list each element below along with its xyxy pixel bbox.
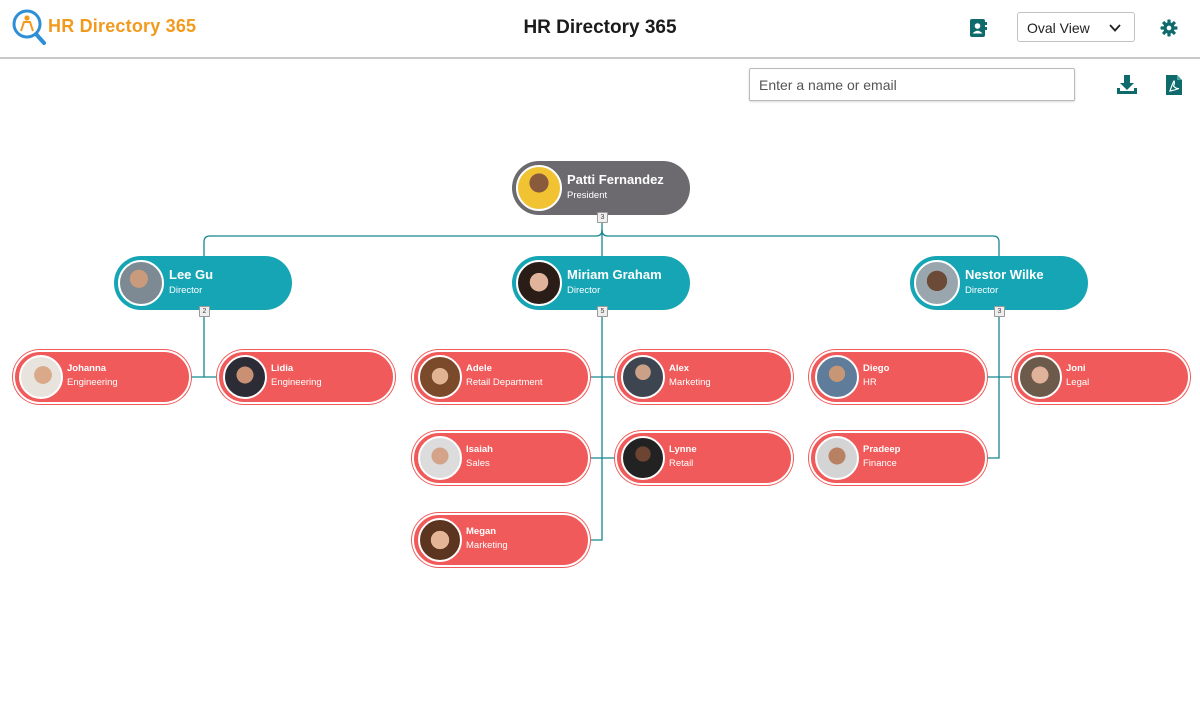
node-title: Director (169, 285, 203, 296)
avatar (815, 355, 859, 399)
node-name: Adele (466, 363, 492, 374)
avatar (418, 436, 462, 480)
node-title: Marketing (669, 377, 711, 388)
node-name: Pradeep (863, 444, 901, 455)
node-title: Retail (669, 458, 694, 469)
org-node-director[interactable]: Lee Gu Director (114, 256, 292, 310)
node-title: Retail Department (466, 377, 543, 388)
node-title: Director (965, 285, 999, 296)
reports-count-badge[interactable]: 3 (597, 212, 608, 223)
reports-count-badge[interactable]: 2 (199, 306, 210, 317)
org-node-director[interactable]: Nestor Wilke Director (910, 256, 1088, 310)
avatar (223, 355, 267, 399)
avatar (516, 165, 562, 211)
node-name: Lee Gu (169, 267, 214, 282)
node-name: Alex (669, 363, 690, 374)
org-node-staff[interactable]: Isaiah Sales (412, 431, 590, 485)
node-name: Miriam Graham (567, 267, 662, 282)
reports-count-badge[interactable]: 5 (597, 306, 608, 317)
node-title: Legal (1066, 377, 1090, 388)
org-node-staff[interactable]: Adele Retail Department (412, 350, 590, 404)
avatar (516, 260, 562, 306)
org-node-staff[interactable]: Pradeep Finance (809, 431, 987, 485)
node-name: Johanna (67, 363, 107, 374)
avatar (621, 355, 665, 399)
node-title: Sales (466, 458, 490, 469)
avatar (621, 436, 665, 480)
node-name: Isaiah (466, 444, 493, 455)
avatar (118, 260, 164, 306)
node-name: Megan (466, 526, 497, 537)
node-title: President (567, 190, 608, 201)
avatar (914, 260, 960, 306)
org-node-staff[interactable]: Johanna Engineering (13, 350, 191, 404)
node-title: Engineering (271, 377, 322, 388)
avatar (418, 355, 462, 399)
org-node-staff[interactable]: Joni Legal (1012, 350, 1190, 404)
avatar (1018, 355, 1062, 399)
node-name: Lidia (271, 363, 294, 374)
avatar (19, 355, 63, 399)
node-name: Patti Fernandez (567, 172, 664, 187)
node-name: Joni (1066, 363, 1086, 374)
node-name: Diego (863, 363, 890, 374)
node-title: Director (567, 285, 601, 296)
org-connectors (190, 216, 1013, 541)
node-title: Engineering (67, 377, 118, 388)
org-node-staff[interactable]: Alex Marketing (615, 350, 793, 404)
reports-count-badge[interactable]: 3 (994, 306, 1005, 317)
avatar (418, 518, 462, 562)
node-name: Lynne (669, 444, 697, 455)
org-node-staff[interactable]: Lynne Retail (615, 431, 793, 485)
node-name: Nestor Wilke (965, 267, 1044, 282)
org-node-staff[interactable]: Lidia Engineering (217, 350, 395, 404)
avatar (815, 436, 859, 480)
org-node-staff[interactable]: Diego HR (809, 350, 987, 404)
org-node-director[interactable]: Miriam Graham Director (512, 256, 690, 310)
org-node-president[interactable]: Patti Fernandez President (512, 161, 690, 215)
node-title: Finance (863, 458, 897, 469)
node-title: Marketing (466, 540, 508, 551)
node-title: HR (863, 377, 877, 388)
org-node-staff[interactable]: Megan Marketing (412, 513, 590, 567)
